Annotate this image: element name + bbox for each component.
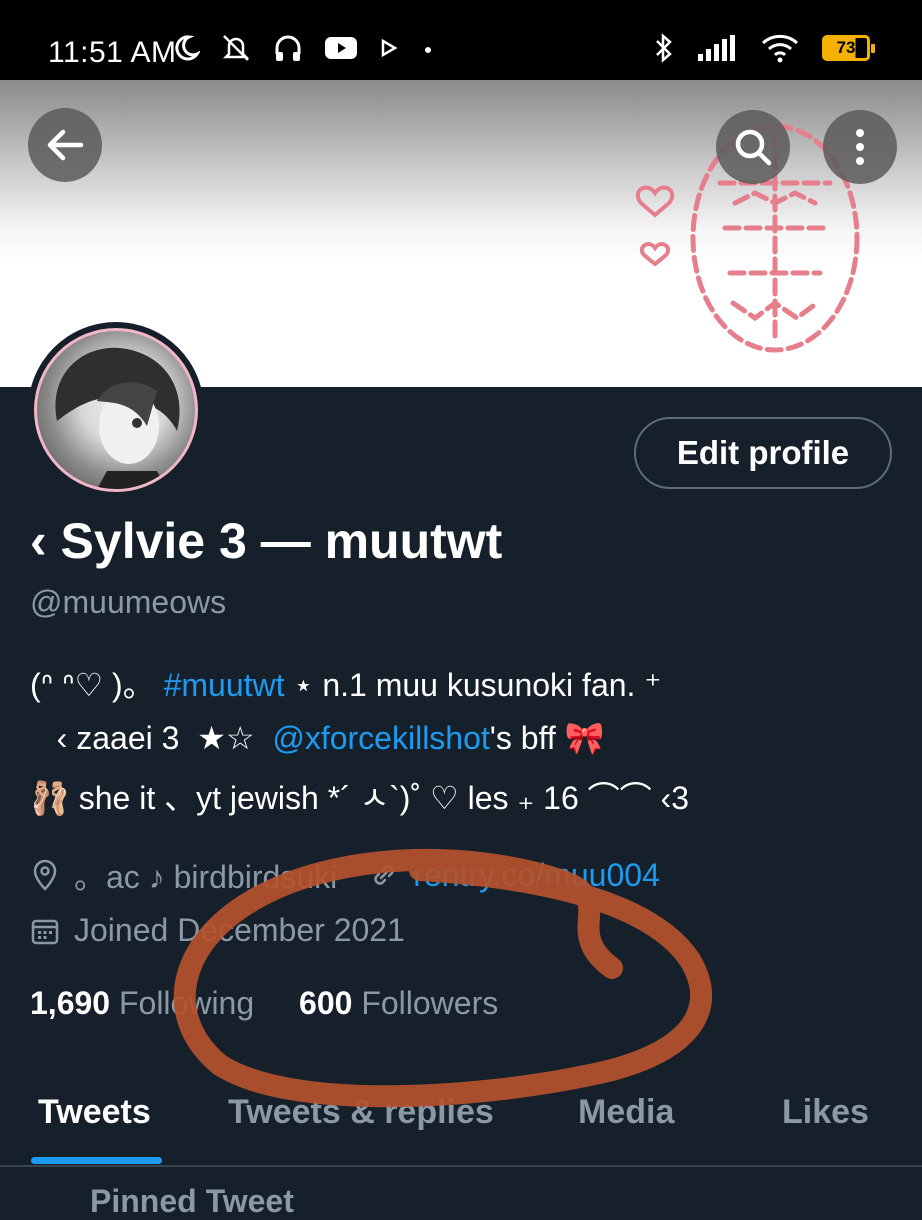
bio-text: 's bff 🎀 [489, 720, 605, 756]
following-label: Following [118, 985, 255, 1021]
joined-date: Joined December 2021 [74, 912, 405, 948]
calendar-icon [31, 919, 59, 944]
active-tab-indicator [31, 1157, 162, 1164]
bio-line-1: (ᐢ ᐢ♡ )。 #muutwt ⋆ n.1 muu kusunoki fan.… [30, 660, 661, 706]
status-left-icons [172, 32, 436, 64]
tab-media[interactable]: Media [578, 1093, 674, 1132]
play-icon [381, 38, 398, 58]
avatar[interactable] [28, 322, 204, 498]
display-name: ‹ Sylvie 3 — muutwt [30, 513, 503, 569]
hashtag-link[interactable]: #muutwt [164, 667, 285, 703]
search-button[interactable] [716, 110, 790, 184]
edit-profile-button[interactable]: Edit profile [634, 417, 892, 489]
status-bar: 11:51 AM 73 [0, 0, 922, 80]
profile-tabs: Tweets Tweets & replies Media Likes [0, 1085, 922, 1165]
pinned-tweet-label: Pinned Tweet [90, 1183, 294, 1219]
mention-link[interactable]: @xforcekillshot [272, 720, 489, 756]
battery-level: 73 [836, 38, 856, 57]
more-options-button[interactable] [823, 110, 897, 184]
follow-counts: 1,690 Following 600 Followers [30, 985, 498, 1022]
bio-text: ‹ zaaei 3 ★☆ [30, 720, 273, 756]
link-icon [374, 865, 394, 885]
avatar-image [34, 328, 198, 492]
bluetooth-icon [656, 33, 672, 63]
following-count: 1,690 [30, 985, 111, 1021]
status-time: 11:51 AM [48, 36, 177, 69]
followers-count: 600 [299, 985, 353, 1021]
arrow-left-icon [47, 129, 84, 161]
signal-icon [698, 35, 735, 61]
tab-tweets-and-replies[interactable]: Tweets & replies [228, 1093, 494, 1132]
headphones-icon [275, 35, 301, 61]
wifi-icon [761, 34, 799, 63]
following-link[interactable]: 1,690 Following [30, 985, 254, 1021]
tabs-divider [0, 1165, 922, 1167]
muted-bell-icon [222, 35, 250, 61]
bio-text: ⋆ n.1 muu kusunoki fan. ⁺ [284, 667, 662, 703]
followers-link[interactable]: 600 Followers [299, 985, 498, 1021]
tab-tweets[interactable]: Tweets [38, 1093, 151, 1132]
followers-label: Followers [361, 985, 499, 1021]
dot-icon [425, 47, 431, 53]
search-icon [735, 129, 772, 166]
status-right-icons: 73 [654, 32, 875, 64]
location-text: 。ac ♪ birdbirdsuki [74, 859, 338, 895]
website-link[interactable]: rentry.co/muu004 [413, 857, 660, 894]
moon-icon [175, 35, 200, 61]
location-pin-icon [33, 859, 57, 891]
profile-meta-row: 。ac ♪ birdbirdsuki rentry.co/muu004 [30, 852, 660, 898]
bio-text: (ᐢ ᐢ♡ )。 [30, 667, 164, 703]
profile-meta-row: Joined December 2021 [30, 912, 405, 949]
back-button[interactable] [28, 108, 102, 182]
bio-line-2: ‹ zaaei 3 ★☆ @xforcekillshot's bff 🎀 [30, 719, 605, 757]
tab-likes[interactable]: Likes [782, 1093, 869, 1132]
user-handle: @muumeows [30, 584, 227, 620]
youtube-icon [325, 37, 357, 59]
battery-icon: 73 [822, 35, 875, 61]
bio-line-3: 🩰 she it 、yt jewish *´ ㅅ`)˚ ♡ les ₊ 16 ⌒… [30, 780, 689, 816]
more-vertical-icon [856, 129, 864, 165]
